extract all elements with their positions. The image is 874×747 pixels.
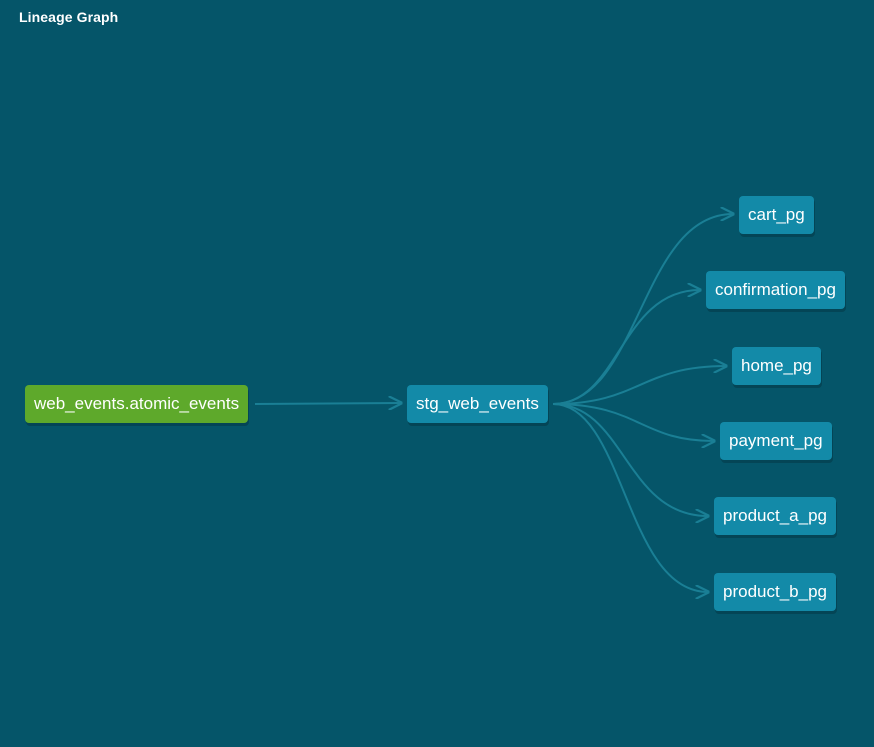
- node-product-b-pg[interactable]: product_b_pg: [714, 573, 836, 611]
- lineage-graph-canvas[interactable]: Lineage Graph web_events.atomic_events s…: [0, 0, 874, 747]
- node-payment-pg[interactable]: payment_pg: [720, 422, 832, 460]
- node-web-events-atomic-events[interactable]: web_events.atomic_events: [25, 385, 249, 423]
- edge-staging-to-confirmation-pg: [552, 290, 700, 405]
- node-home-pg[interactable]: home_pg: [732, 347, 821, 385]
- edge-source-to-staging: [254, 403, 401, 404]
- node-cart-pg[interactable]: cart_pg: [739, 196, 814, 234]
- node-product-a-pg[interactable]: product_a_pg: [714, 497, 836, 535]
- node-confirmation-pg[interactable]: confirmation_pg: [706, 271, 845, 309]
- node-stg-web-events[interactable]: stg_web_events: [407, 385, 548, 423]
- edge-staging-to-product-a-pg: [552, 403, 708, 516]
- edge-staging-to-cart-pg: [552, 214, 733, 405]
- edge-staging-to-product-b-pg: [552, 403, 708, 592]
